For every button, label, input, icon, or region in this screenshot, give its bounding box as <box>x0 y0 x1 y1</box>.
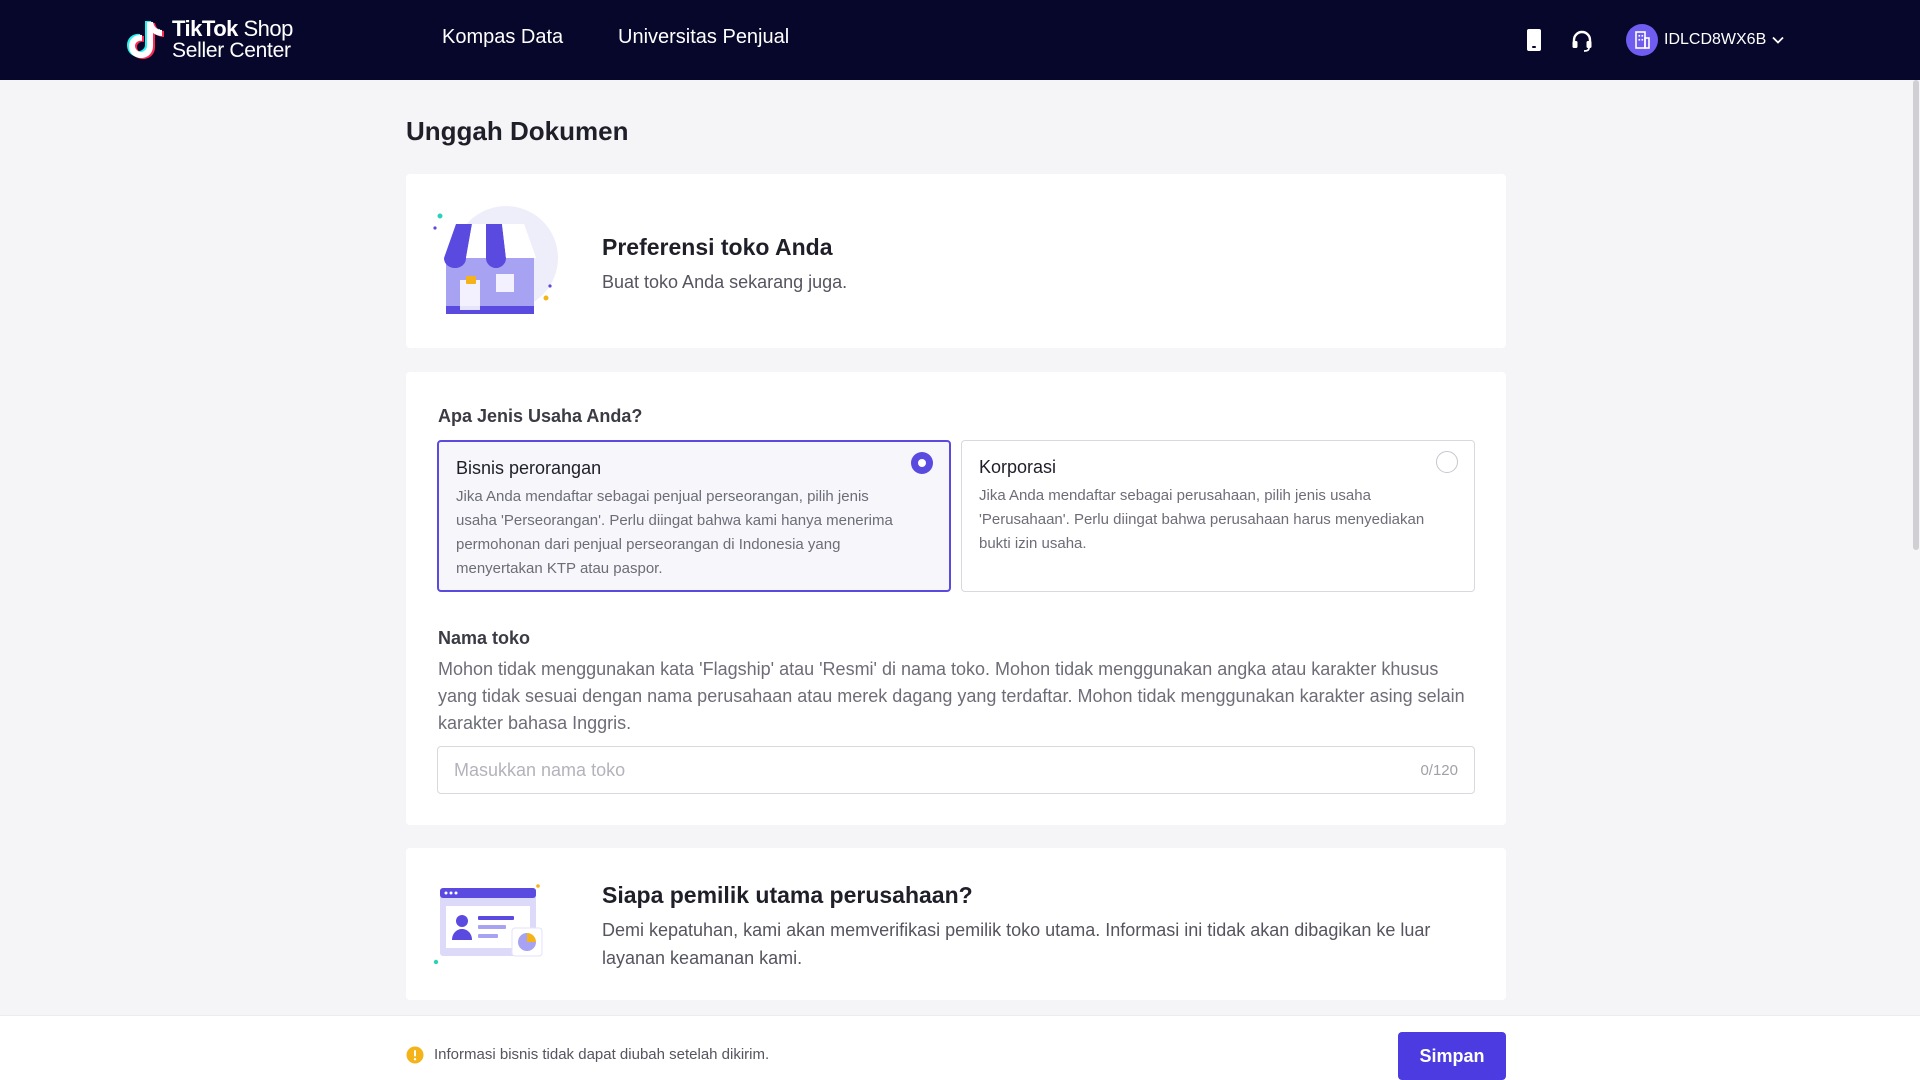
footer-info-note: Informasi bisnis tidak dapat diubah sete… <box>434 1046 770 1063</box>
option-corporation[interactable]: Korporasi Jika Anda mendaftar sebagai pe… <box>961 440 1475 592</box>
option-individual-title: Bisnis perorangan <box>456 458 602 478</box>
footer-bar: Informasi bisnis tidak dapat diubah sete… <box>0 1015 1920 1080</box>
radio-corporation[interactable] <box>1436 451 1458 473</box>
logo-shop-text: Shop <box>237 16 293 41</box>
top-navbar: TikTok Shop Seller Center Kompas Data Un… <box>0 0 1920 80</box>
account-menu[interactable]: IDLCD8WX6B <box>1626 24 1784 56</box>
tiktok-logo-icon <box>127 21 164 59</box>
option-individual-business[interactable]: Bisnis perorangan Jika Anda mendaftar se… <box>437 440 951 592</box>
option-corporation-desc: Jika Anda mendaftar sebagai perusahaan, … <box>979 487 1425 552</box>
tiktok-shop-logo[interactable]: TikTok Shop Seller Center <box>126 18 293 62</box>
phone-icon[interactable] <box>1520 26 1548 54</box>
main-owner-card: Siapa pemilik utama perusahaan? Demi kep… <box>406 848 1506 1000</box>
nav-kompas-data[interactable]: Kompas Data <box>442 26 563 49</box>
store-preference-title: Preferensi toko Anda <box>602 234 833 260</box>
building-avatar-icon <box>1626 24 1658 56</box>
main-owner-subtitle: Demi kepatuhan, kami akan memverifikasi … <box>602 920 1431 968</box>
option-corporation-title: Korporasi <box>979 457 1057 477</box>
id-card-illustration <box>433 884 543 965</box>
option-individual-desc: Jika Anda mendaftar sebagai penjual pers… <box>456 488 893 577</box>
nav-universitas-penjual[interactable]: Universitas Penjual <box>618 26 789 49</box>
main-owner-title: Siapa pemilik utama perusahaan? <box>602 882 973 908</box>
page-scrollbar[interactable] <box>1913 80 1919 550</box>
account-id: IDLCD8WX6B <box>1664 31 1767 48</box>
storefront-illustration <box>433 206 558 314</box>
business-type-question: Apa Jenis Usaha Anda? <box>438 406 643 426</box>
business-form-card: Apa Jenis Usaha Anda? Bisnis perorangan … <box>406 372 1506 825</box>
headset-icon[interactable] <box>1568 26 1596 54</box>
logo-subtitle: Seller Center <box>172 39 291 62</box>
radio-individual-selected[interactable] <box>911 452 933 474</box>
store-name-char-counter: 0/120 <box>1420 761 1458 779</box>
store-preference-subtitle: Buat toko Anda sekarang juga. <box>602 272 848 292</box>
store-name-field: 0/120 <box>437 746 1475 794</box>
logo-brand-text: TikTok <box>172 16 238 41</box>
store-name-help-text: Mohon tidak menggunakan kata 'Flagship' … <box>438 659 1465 733</box>
store-name-label: Nama toko <box>438 628 531 648</box>
page-title: Unggah Dokumen <box>406 116 629 146</box>
store-preference-card: Preferensi toko Anda Buat toko Anda seka… <box>406 174 1506 348</box>
save-button[interactable]: Simpan <box>1398 1032 1506 1080</box>
chevron-down-icon <box>1772 36 1784 44</box>
store-name-input[interactable] <box>438 747 1421 793</box>
warning-info-icon <box>406 1046 424 1064</box>
